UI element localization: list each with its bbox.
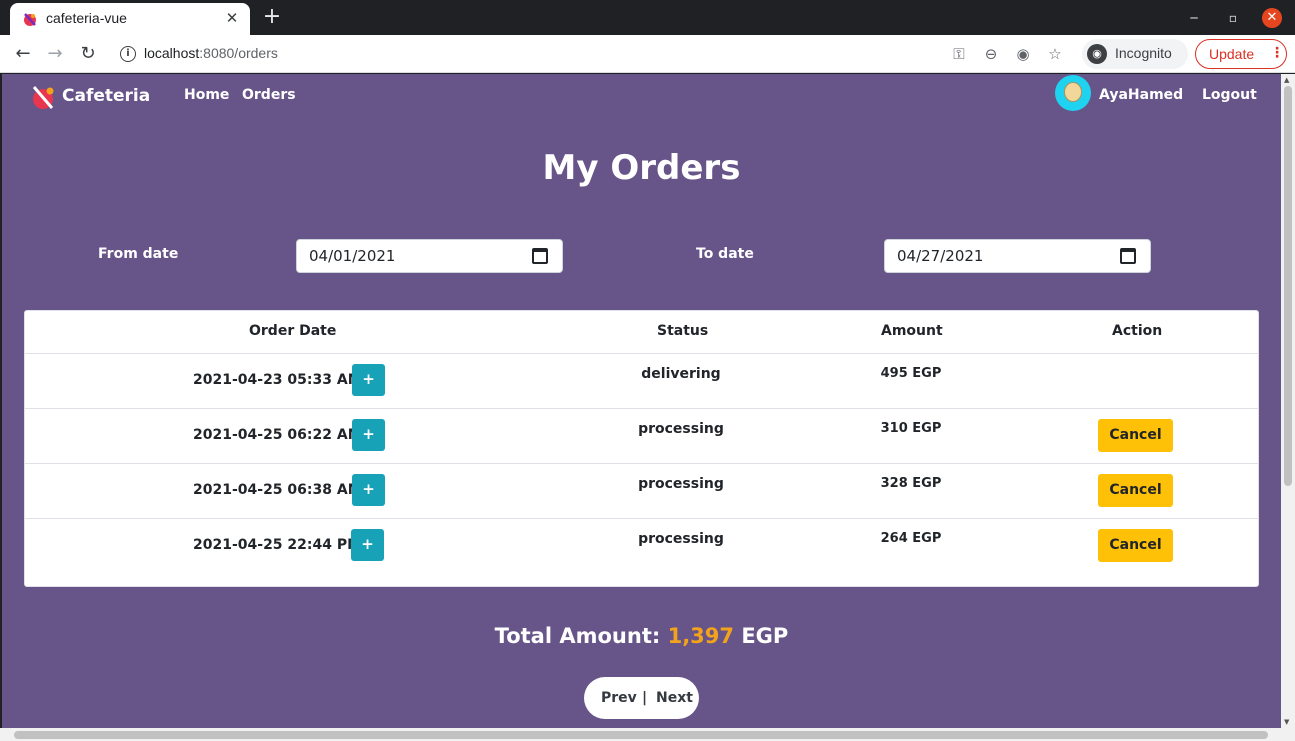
calendar-icon[interactable] — [532, 248, 548, 264]
address-bar[interactable]: i localhost:8080/orders ⚿ ⊖ ◉ ☆ — [110, 39, 1075, 69]
order-amount: 328 EGP — [880, 476, 942, 491]
page-content: Cafeteria Home Orders AyaHamed Logout My… — [2, 74, 1281, 728]
tab-close-icon[interactable]: ✕ — [222, 8, 242, 28]
update-button[interactable]: Update ⋮ — [1195, 39, 1287, 69]
url-host: localhost — [144, 45, 200, 61]
browser-tabbar: cafeteria-vue ✕ + ─ ▫ ✕ — [0, 0, 1295, 35]
order-status: processing — [638, 531, 724, 547]
order-status: processing — [638, 421, 724, 437]
logout-link[interactable]: Logout — [1202, 87, 1257, 103]
avatar-face-icon — [1064, 82, 1082, 102]
url-path: :8080/orders — [199, 45, 278, 61]
nav-home-link[interactable]: Home — [184, 87, 229, 103]
update-label: Update — [1209, 46, 1255, 62]
table-row: 2021-04-23 05:33 AM + delivering 495 EGP — [25, 353, 1258, 408]
table-row: 2021-04-25 22:44 PM + processing 264 EGP… — [25, 518, 1258, 573]
eye-off-icon[interactable]: ◉ — [1012, 43, 1034, 65]
key-icon[interactable]: ⚿ — [948, 43, 970, 65]
url-text[interactable]: localhost:8080/orders — [144, 45, 278, 61]
tab-title: cafeteria-vue — [46, 10, 127, 26]
from-date-input[interactable]: 04/01/2021 — [296, 239, 563, 273]
orders-table: Order Date Status Amount Action 2021-04-… — [24, 310, 1259, 587]
order-status: delivering — [641, 366, 721, 382]
to-date-input[interactable]: 04/27/2021 — [884, 239, 1151, 273]
to-date-value: 04/27/2021 — [897, 247, 984, 265]
from-date-value: 04/01/2021 — [309, 247, 396, 265]
reload-icon[interactable]: ↻ — [75, 41, 101, 67]
horizontal-scroll-thumb[interactable] — [14, 731, 1268, 739]
next-page-button[interactable]: Next — [656, 690, 693, 706]
scroll-up-icon[interactable]: ▲ — [1284, 76, 1289, 84]
order-amount: 264 EGP — [880, 531, 942, 546]
vertical-scrollbar[interactable]: ▲ ▼ — [1281, 74, 1295, 728]
brand-name: Cafeteria — [62, 86, 151, 106]
username[interactable]: AyaHamed — [1099, 87, 1183, 103]
window-maximize-icon[interactable]: ▫ — [1223, 8, 1243, 28]
table-row: 2021-04-25 06:38 AM + processing 328 EGP… — [25, 463, 1258, 518]
pager-separator: | — [642, 690, 648, 706]
nav-orders-link[interactable]: Orders — [242, 87, 296, 103]
header-order-date: Order Date — [249, 323, 337, 339]
expand-order-button[interactable]: + — [352, 419, 385, 451]
order-date: 2021-04-25 22:44 PM — [193, 537, 362, 553]
vertical-scroll-thumb[interactable] — [1284, 86, 1292, 486]
total-label: Total Amount: — [494, 624, 661, 648]
order-status: processing — [638, 476, 724, 492]
page-title: My Orders — [542, 148, 741, 188]
zoom-icon[interactable]: ⊖ — [980, 43, 1002, 65]
cancel-order-button[interactable]: Cancel — [1098, 474, 1173, 507]
browser-tab[interactable]: cafeteria-vue ✕ — [10, 3, 250, 35]
cafeteria-favicon-icon — [24, 13, 36, 26]
window-minimize-icon[interactable]: ─ — [1184, 8, 1204, 28]
total-currency: EGP — [741, 624, 789, 648]
cancel-order-button[interactable]: Cancel — [1098, 529, 1173, 562]
horizontal-scrollbar[interactable] — [0, 728, 1295, 741]
forward-arrow-icon[interactable]: → — [42, 41, 68, 67]
incognito-label: Incognito — [1115, 45, 1172, 61]
total-amount: Total Amount: 1,397 EGP — [2, 624, 1281, 648]
kebab-icon: ⋮ — [1270, 45, 1284, 61]
incognito-icon: ◉ — [1087, 44, 1107, 64]
header-action: Action — [1112, 323, 1163, 339]
pagination: Prev | Next — [584, 677, 699, 719]
from-date-label: From date — [98, 246, 179, 262]
expand-order-button[interactable]: + — [352, 474, 385, 506]
order-amount: 310 EGP — [880, 421, 942, 436]
order-date: 2021-04-25 06:22 AM — [193, 427, 362, 443]
to-date-label: To date — [696, 246, 754, 262]
incognito-badge[interactable]: ◉ Incognito — [1082, 39, 1188, 69]
order-date: 2021-04-25 06:38 AM — [193, 482, 362, 498]
cafeteria-logo-icon — [32, 86, 54, 109]
info-icon[interactable]: i — [120, 46, 136, 62]
order-date: 2021-04-23 05:33 AM — [193, 372, 362, 388]
header-status: Status — [657, 323, 709, 339]
browser-toolbar: ← → ↻ i localhost:8080/orders ⚿ ⊖ ◉ ☆ ◉ … — [0, 35, 1295, 73]
header-amount: Amount — [881, 323, 943, 339]
table-row: 2021-04-25 06:22 AM + processing 310 EGP… — [25, 408, 1258, 463]
back-arrow-icon[interactable]: ← — [10, 41, 36, 67]
window-close-icon[interactable]: ✕ — [1262, 8, 1282, 28]
star-icon[interactable]: ☆ — [1044, 43, 1066, 65]
expand-order-button[interactable]: + — [352, 364, 385, 396]
avatar[interactable] — [1055, 75, 1091, 111]
order-amount: 495 EGP — [880, 366, 942, 381]
prev-page-button[interactable]: Prev — [601, 690, 637, 706]
scroll-down-icon[interactable]: ▼ — [1284, 718, 1289, 726]
new-tab-button[interactable]: + — [260, 4, 284, 30]
calendar-icon[interactable] — [1120, 248, 1136, 264]
expand-order-button[interactable]: + — [351, 529, 384, 561]
cancel-order-button[interactable]: Cancel — [1098, 419, 1173, 452]
total-value: 1,397 — [667, 624, 735, 648]
